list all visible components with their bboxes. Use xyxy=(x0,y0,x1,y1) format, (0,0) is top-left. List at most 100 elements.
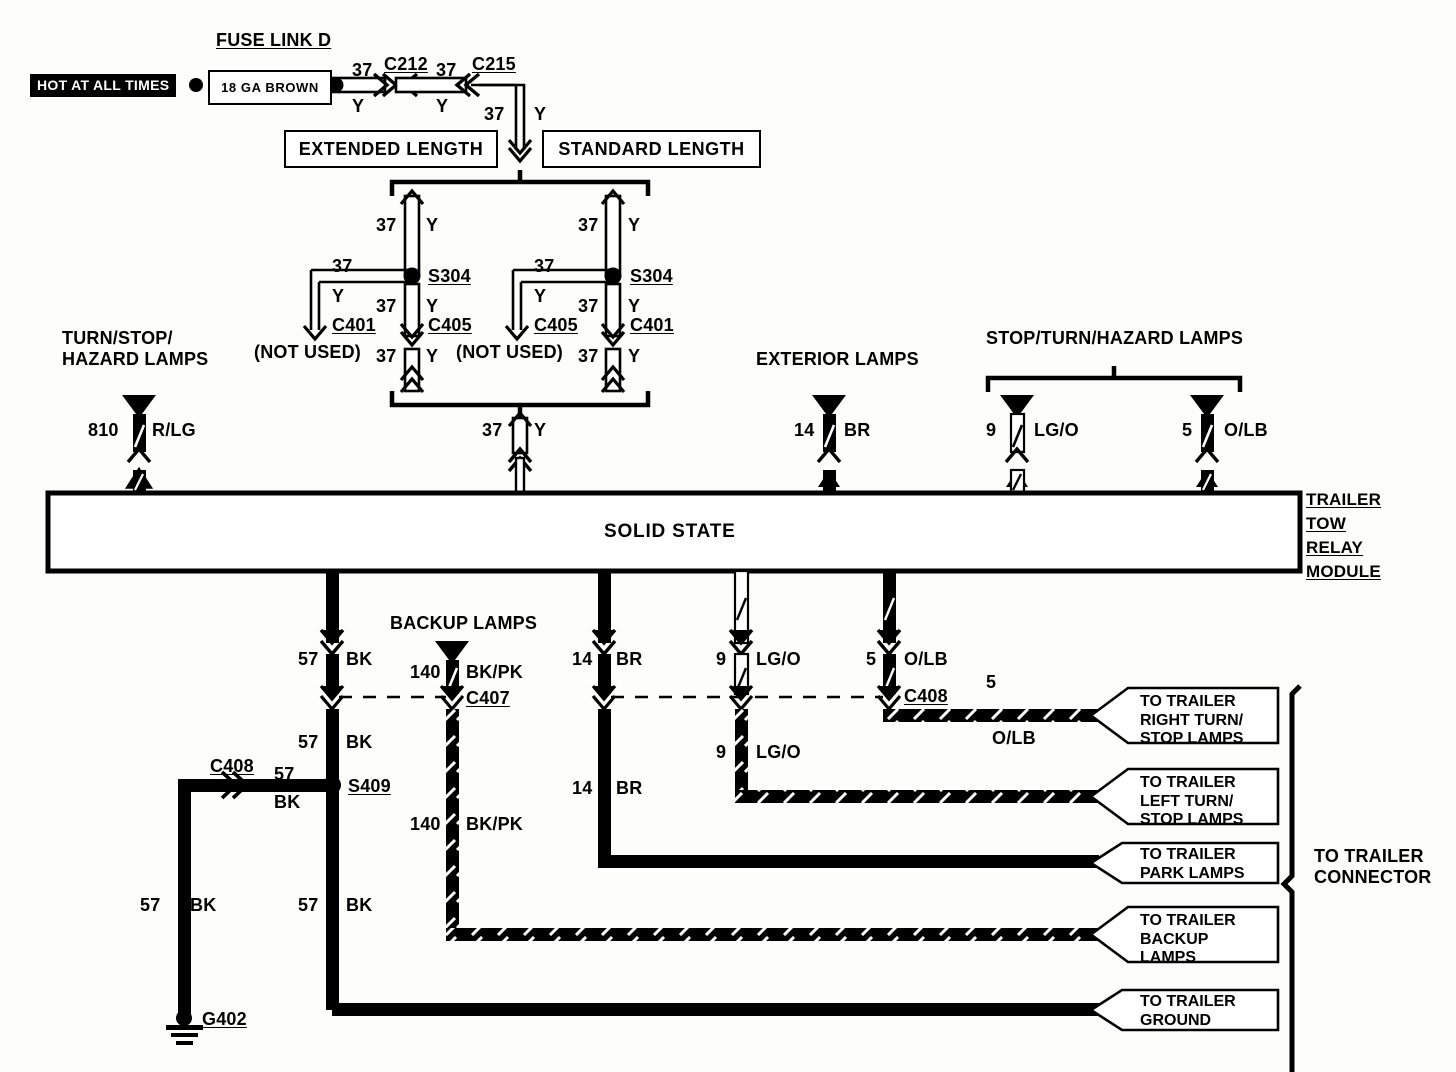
not-used-left: (NOT USED) xyxy=(254,342,361,362)
wire-num-right-c401-out: 37 xyxy=(578,346,599,366)
not-used-right: (NOT USED) xyxy=(456,342,563,362)
wire-num-right-s304-out: 37 xyxy=(578,296,599,316)
arrow-join-37y xyxy=(507,410,533,428)
wire-14-br-out xyxy=(591,571,1094,868)
arrow-down-right-c401 xyxy=(600,322,626,348)
module-name-line-2: TOW xyxy=(1306,514,1346,533)
wire-trailer-ground-run xyxy=(332,1003,1094,1016)
bottom-branch-bracket xyxy=(389,391,651,408)
destination-ground-text: TO TRAILER GROUND xyxy=(1140,993,1236,1029)
wire-5-olb-stop xyxy=(1190,395,1224,495)
wire-num-14-top: 14 xyxy=(572,649,593,669)
wire-num-37-c: 37 xyxy=(484,104,505,124)
destination-backup-lamps: TO TRAILER BACKUP LAMPS xyxy=(1088,905,1280,966)
wire-num-left-c405-out: 37 xyxy=(376,346,397,366)
wire-color-5-stop: O/LB xyxy=(1224,420,1268,440)
fuse-link-label: FUSE LINK D xyxy=(216,30,332,50)
arrow-up-right-top xyxy=(600,188,626,206)
wire-color-14-top: BR xyxy=(616,649,643,669)
wire-color-810: R/LG xyxy=(152,420,196,440)
wire-num-5-top: 5 xyxy=(866,649,877,669)
wire-37-y-right-bottom xyxy=(604,347,622,393)
arrow-down-c401-left xyxy=(302,324,328,342)
solid-state-label: SOLID STATE xyxy=(604,521,736,542)
wire-9-lgo-stop xyxy=(1000,395,1034,497)
connector-label-c401-left: C401 xyxy=(332,315,376,335)
wire-num-140-top: 140 xyxy=(410,662,441,682)
top-branch-bracket xyxy=(389,179,651,196)
wire-color-140-mid: BK/PK xyxy=(466,814,524,834)
wire-color-branch-left: Y xyxy=(426,215,439,235)
wire-color-57-top: BK xyxy=(346,649,373,669)
wire-37-y-module-in xyxy=(511,416,529,455)
wire-color-left-s304-in: Y xyxy=(332,286,345,306)
wire-num-9-mid: 9 xyxy=(716,742,727,762)
wire-num-57-ground-branch: 57 xyxy=(140,895,161,915)
connector-c215-symbol xyxy=(454,72,481,98)
wire-37-y-left-top xyxy=(403,194,421,278)
wire-color-57-ground-main: BK xyxy=(346,895,373,915)
to-trailer-connector-label: TO TRAILER CONNECTOR xyxy=(1314,846,1432,888)
section-label-backup-lamps: BACKUP LAMPS xyxy=(390,613,538,633)
arrow-up-left-top xyxy=(399,188,425,206)
wire-num-57-top: 57 xyxy=(298,649,319,669)
arrow-solid-810-top xyxy=(122,395,156,418)
wire-color-140-top: BK/PK xyxy=(466,662,524,682)
wire-color-module-37: Y xyxy=(534,420,547,440)
connector-label-c405-right: C405 xyxy=(534,315,578,335)
splice-label-s409: S409 xyxy=(348,776,391,796)
wire-num-left-s304-out: 37 xyxy=(376,296,397,316)
wire-color-y-a: Y xyxy=(352,96,365,116)
destination-backup-lamps-text: TO TRAILER BACKUP LAMPS xyxy=(1140,912,1236,967)
wire-color-9-mid: LG/O xyxy=(756,742,801,762)
wire-num-9-top: 9 xyxy=(716,649,727,669)
splice-label-s304-right: S304 xyxy=(630,266,673,286)
wire-num-9-stop: 9 xyxy=(986,420,997,440)
splice-s304-right-node xyxy=(604,267,622,285)
wire-num-57-mid: 57 xyxy=(298,732,319,752)
wire-color-left-c405-out: Y xyxy=(426,346,439,366)
destination-right-turn: TO TRAILER RIGHT TURN/ STOP LAMPS xyxy=(1088,686,1280,747)
module-name-line-3: RELAY xyxy=(1306,538,1364,557)
trailer-connector-bracket xyxy=(1280,684,1302,1072)
section-label-exterior-lamps: EXTERIOR LAMPS xyxy=(756,349,919,369)
section-label-stop-turn-hazard: STOP/TURN/HAZARD LAMPS xyxy=(986,328,1244,348)
wire-color-right-s304-in: Y xyxy=(534,286,547,306)
section-label-turn-stop-hazard: TURN/STOP/ HAZARD LAMPS xyxy=(62,328,209,370)
destination-left-turn: TO TRAILER LEFT TURN/ STOP LAMPS xyxy=(1088,767,1280,828)
wire-color-57-s409: BK xyxy=(274,792,301,812)
wire-color-9-top: LG/O xyxy=(756,649,801,669)
wire-color-branch-right: Y xyxy=(628,215,641,235)
wire-num-810: 810 xyxy=(88,420,119,440)
ground-label-g402: G402 xyxy=(202,1009,247,1029)
wire-color-14-ext: BR xyxy=(844,420,871,440)
destination-ground: TO TRAILER GROUND xyxy=(1088,988,1280,1032)
wire-num-14-ext: 14 xyxy=(794,420,815,440)
option-box-standard-length: STANDARD LENGTH xyxy=(542,130,761,168)
destination-park-lamps-text: TO TRAILER PARK LAMPS xyxy=(1140,846,1245,882)
connector-label-c215: C215 xyxy=(472,54,516,74)
arrow-left-bottom-join xyxy=(399,364,425,394)
wire-num-14-mid: 14 xyxy=(572,778,593,798)
stop-turn-hazard-bracket xyxy=(985,375,1243,392)
wire-37-y-left-bottom xyxy=(403,347,421,393)
arrow-down-left-c405 xyxy=(399,322,425,348)
hot-at-all-times-badge: HOT AT ALL TIMES xyxy=(30,74,177,97)
destination-park-lamps: TO TRAILER PARK LAMPS xyxy=(1088,841,1280,885)
connector-label-c405-left: C405 xyxy=(428,315,472,335)
wire-color-y-b: Y xyxy=(436,96,449,116)
wire-color-57-mid: BK xyxy=(346,732,373,752)
connector-label-c401-right: C401 xyxy=(630,315,674,335)
wire-57-bk-out xyxy=(319,571,345,1010)
wire-color-9-stop: LG/O xyxy=(1034,420,1079,440)
wire-color-14-mid: BR xyxy=(616,778,643,798)
connector-c212-symbol xyxy=(372,72,419,98)
wire-num-57-ground-main: 57 xyxy=(298,895,319,915)
wire-810-rlg xyxy=(122,395,156,495)
arrow-down-feed xyxy=(507,138,533,164)
connector-label-c408-out: C408 xyxy=(904,686,948,706)
connector-label-c407: C407 xyxy=(466,688,510,708)
module-name-line-4: MODULE xyxy=(1306,562,1381,581)
wire-num-module-37: 37 xyxy=(482,420,503,440)
wire-num-37-a: 37 xyxy=(352,60,373,80)
